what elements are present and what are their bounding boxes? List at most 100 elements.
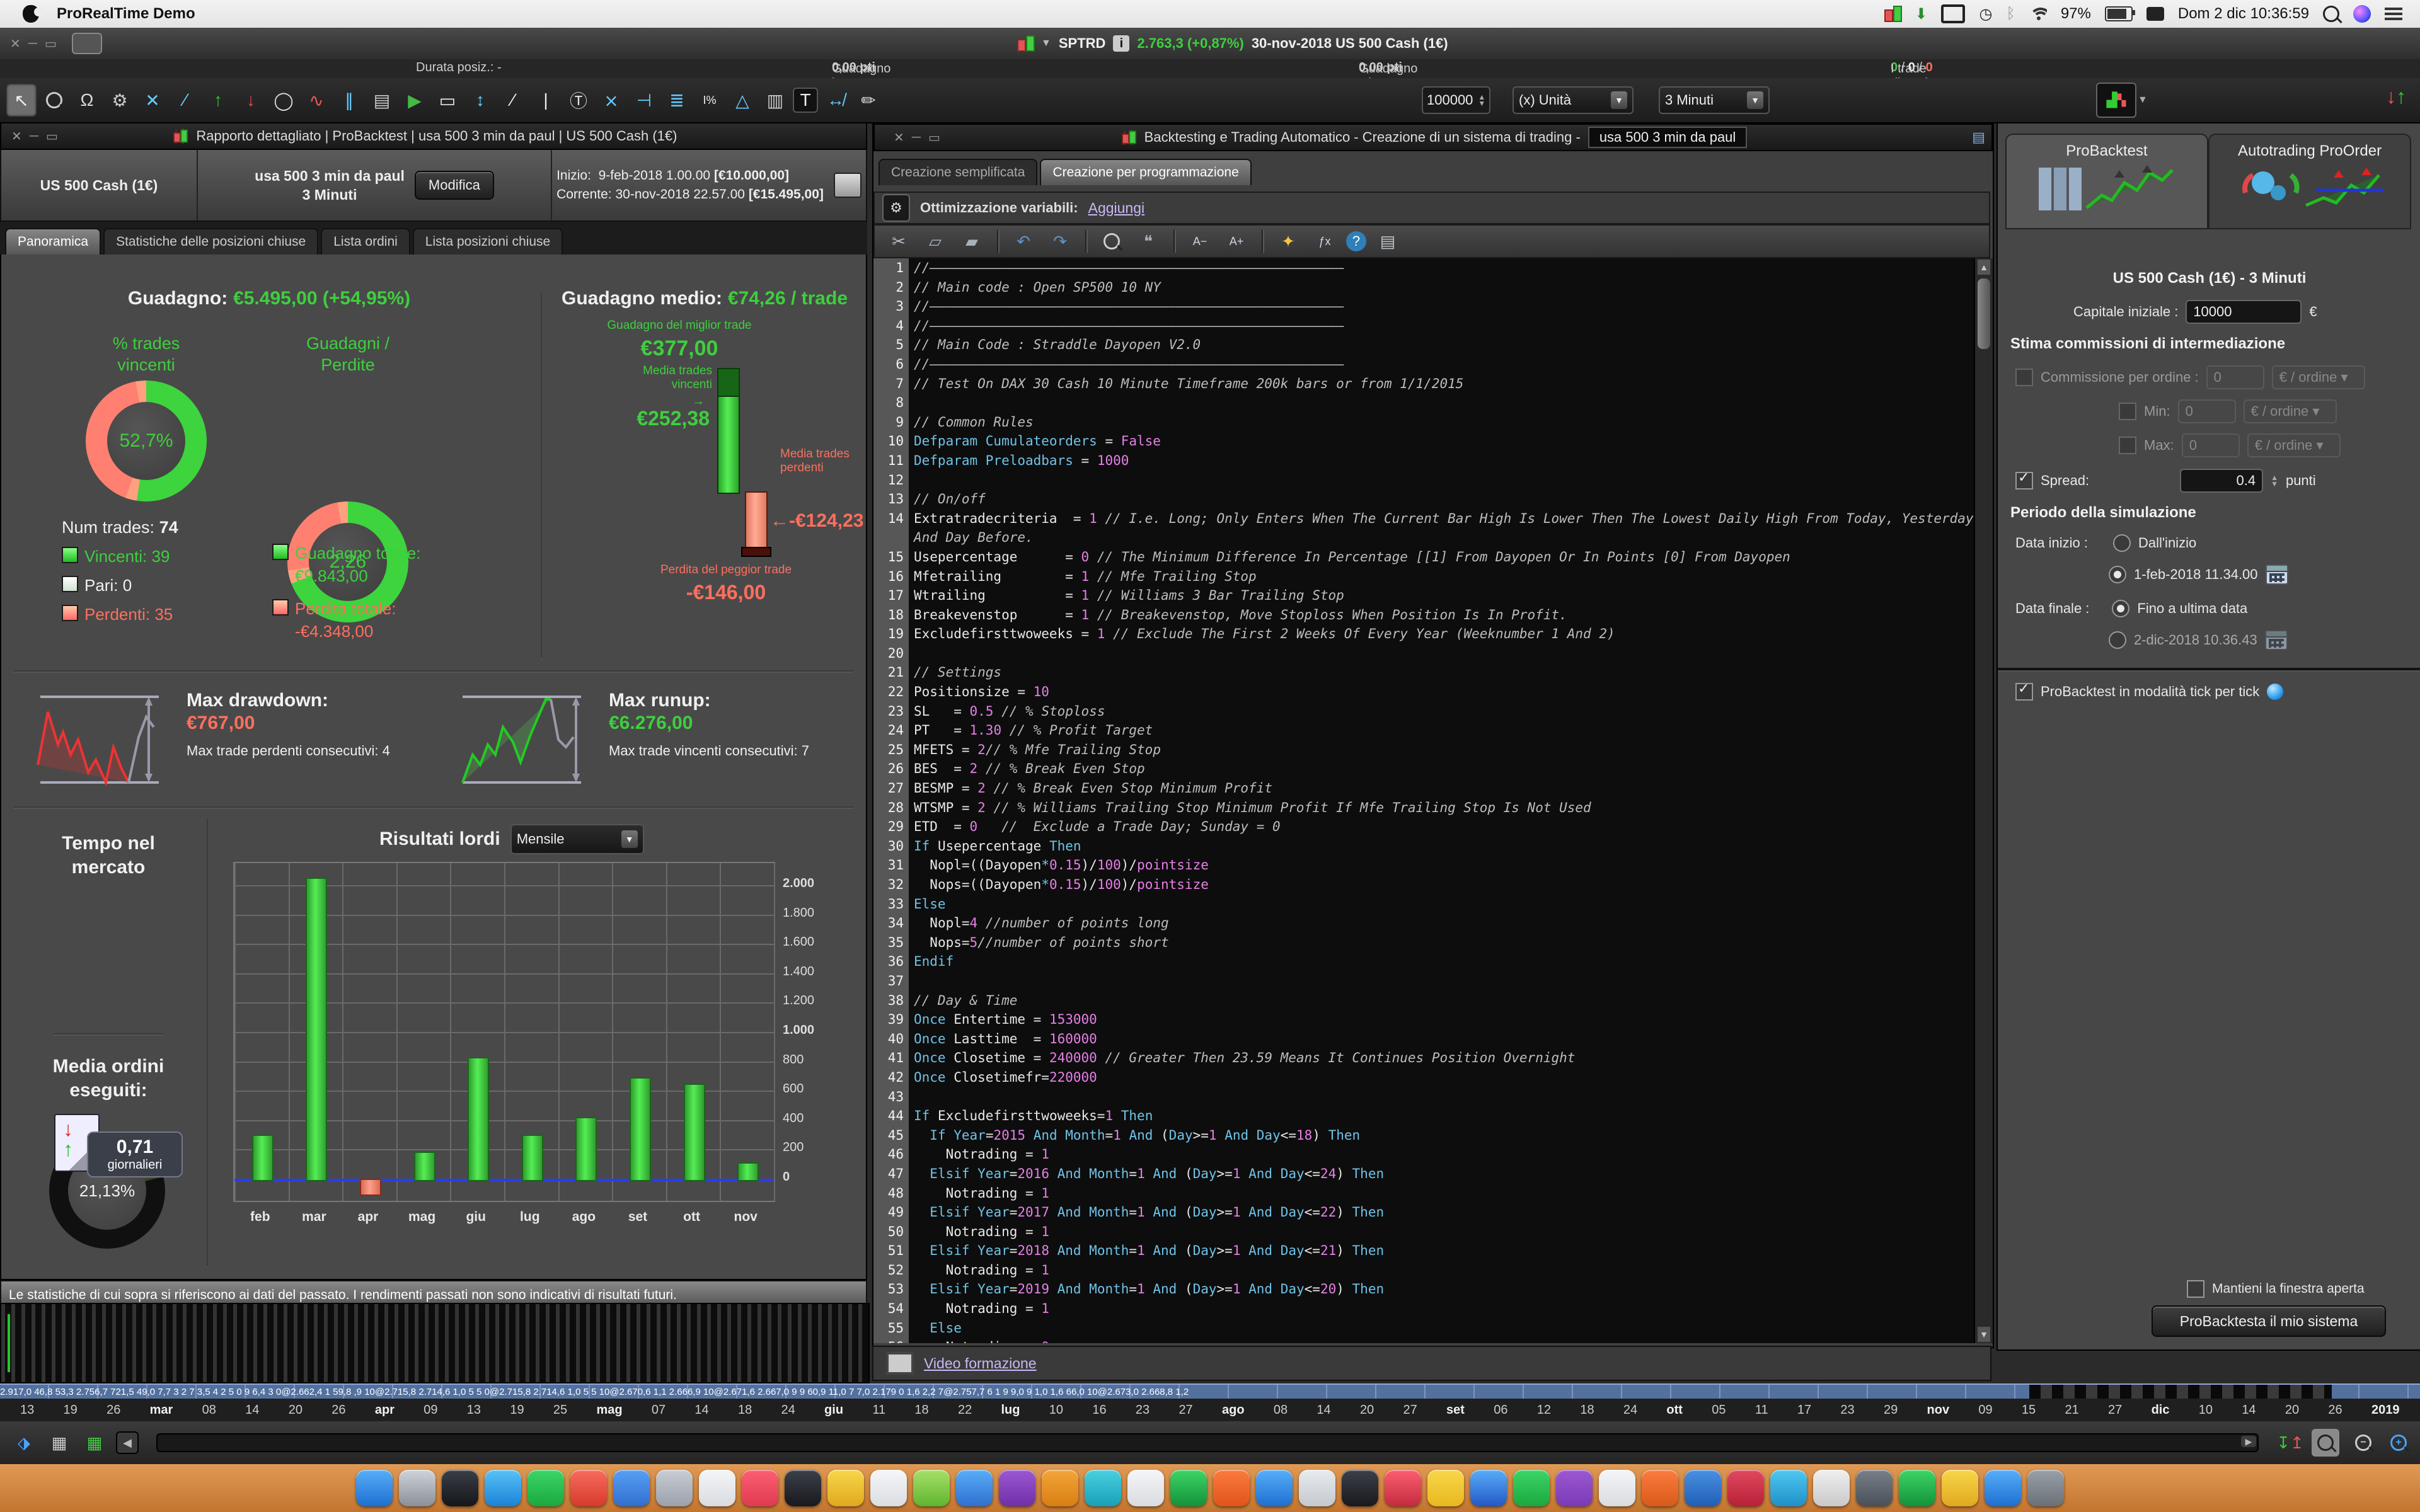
dock-icon-26[interactable]	[1427, 1470, 1464, 1506]
ellipse-tool[interactable]: ◯	[268, 84, 299, 117]
dock-icon-6[interactable]	[570, 1470, 607, 1506]
unit-select[interactable]: (x) Unità▼	[1512, 86, 1634, 114]
vline-tool[interactable]: |	[531, 84, 561, 117]
dock-icon-29[interactable]	[1556, 1470, 1593, 1506]
time-machine-icon[interactable]: ◷	[1979, 5, 1992, 23]
video-formazione-link[interactable]: Video formazione	[924, 1355, 1037, 1372]
search-icon[interactable]	[1097, 225, 1127, 258]
commission-unit-select[interactable]: € / ordine ▾	[2272, 365, 2365, 389]
spotlight-icon[interactable]	[2323, 6, 2339, 22]
wrench-icon[interactable]: ⚙	[882, 194, 910, 222]
dock-icon-33[interactable]	[1727, 1470, 1764, 1506]
end-date-radio[interactable]	[2109, 631, 2126, 649]
tab-lista-posizioni-chiuse[interactable]: Lista posizioni chiuse	[413, 228, 563, 255]
dock-icon-31[interactable]	[1642, 1470, 1678, 1506]
dock-icon-19[interactable]	[1127, 1470, 1164, 1506]
pencil-tool[interactable]: ✏	[853, 84, 884, 117]
dock-icon-34[interactable]	[1770, 1470, 1807, 1506]
cut-icon[interactable]: ✂	[884, 225, 914, 258]
start-from-beginning-radio[interactable]	[2113, 534, 2131, 552]
app-title[interactable]: ProRealTime Demo	[57, 5, 195, 23]
info-icon[interactable]: i	[1113, 35, 1129, 52]
detach-icon[interactable]: ▭	[45, 36, 57, 52]
dock-icon-7[interactable]	[613, 1470, 650, 1506]
zoom-fit-icon[interactable]	[2312, 1429, 2339, 1457]
minimize-icon[interactable]: ─	[912, 130, 921, 145]
max-checkbox[interactable]	[2119, 437, 2136, 454]
maximize-icon[interactable]: ▭	[46, 129, 58, 144]
editor-window-titlebar[interactable]: ✕─▭ Backtesting e Trading Automatico - C…	[873, 123, 1993, 151]
redo-icon[interactable]: ↷	[1045, 225, 1075, 258]
dock-icon-2[interactable]	[399, 1470, 435, 1506]
rectangle-tool[interactable]: ▭	[432, 84, 463, 117]
dock-icon-16[interactable]	[999, 1470, 1035, 1506]
line-tool[interactable]: ∕	[498, 84, 528, 117]
dock-icon-3[interactable]	[442, 1470, 478, 1506]
prt-status-icon[interactable]	[1883, 4, 1901, 23]
dock-icon-9[interactable]	[699, 1470, 735, 1506]
buy-arrow-tool[interactable]: ↑	[203, 84, 233, 117]
quantity-stepper[interactable]: 100000▲▼	[1422, 86, 1490, 114]
max-unit-select[interactable]: € / ordine ▾	[2247, 433, 2341, 457]
fibonacci-tool[interactable]: ≣	[662, 84, 692, 117]
chart-type-button[interactable]: ▟▚	[2096, 83, 2136, 118]
help-icon[interactable]: ?	[1346, 231, 1366, 251]
fx-icon[interactable]: ƒx	[1310, 225, 1340, 258]
menubar-clock[interactable]: Dom 2 dic 10:36:59	[2178, 5, 2309, 23]
dock-icon-24[interactable]	[1342, 1470, 1378, 1506]
capital-input[interactable]: 10000	[2186, 300, 2302, 324]
close-icon[interactable]: ✕	[11, 129, 22, 144]
aggiungi-link[interactable]: Aggiungi	[1088, 200, 1145, 217]
max-input[interactable]: 0	[2182, 433, 2240, 457]
run-backtest-button[interactable]: ProBacktesta il mio sistema	[2152, 1305, 2386, 1337]
modifica-button[interactable]: Modifica	[415, 171, 494, 200]
trash-tool[interactable]: ▥	[760, 84, 790, 117]
chevron-down-icon[interactable]: ▼	[1041, 38, 1051, 49]
dock-icon-5[interactable]	[527, 1470, 564, 1506]
min-checkbox[interactable]	[2119, 403, 2136, 420]
dock-icon-23[interactable]	[1299, 1470, 1335, 1506]
tab-statistiche-delle-posizioni-chiuse[interactable]: Statistiche delle posizioni chiuse	[103, 228, 318, 255]
cross-tool[interactable]: ✕	[137, 84, 168, 117]
commission-checkbox[interactable]	[2015, 369, 2033, 386]
percent-tool[interactable]: I%	[694, 84, 725, 117]
extend-tool[interactable]: ↮	[821, 84, 851, 117]
tab-creazione-programmazione[interactable]: Creazione per programmazione	[1040, 159, 1251, 185]
minimize-icon[interactable]: ─	[30, 129, 38, 144]
settings-tools[interactable]: ⚙	[105, 84, 135, 117]
trendline-tool[interactable]: ∕	[170, 84, 200, 117]
bluetooth-icon[interactable]: ᛒ	[2006, 5, 2015, 23]
zigzag-tool[interactable]: ∿	[301, 84, 331, 117]
dock-icon-35[interactable]	[1813, 1470, 1850, 1506]
dock-icon-27[interactable]	[1470, 1470, 1507, 1506]
comment-icon[interactable]: ❝	[1133, 225, 1163, 258]
grid-tool[interactable]: ▤	[367, 84, 397, 117]
dock-icon-39[interactable]	[1985, 1470, 2021, 1506]
textbox-tool[interactable]: T	[793, 88, 818, 113]
start-date-radio[interactable]	[2109, 566, 2126, 583]
list-icon[interactable]: ▤	[1972, 129, 1985, 146]
font-bigger-icon[interactable]: A+	[1221, 225, 1252, 258]
dock-icon-40[interactable]	[2027, 1470, 2064, 1506]
triangle-tool[interactable]: △	[727, 84, 758, 117]
zoom-tool[interactable]	[39, 84, 69, 117]
dock-icon-14[interactable]	[913, 1470, 950, 1506]
order-arrows-icon[interactable]: ↓↑	[2386, 85, 2409, 115]
copy-icon[interactable]: ▱	[920, 225, 950, 258]
range-tool[interactable]: ↕	[465, 84, 495, 117]
dock-icon-18[interactable]	[1085, 1470, 1121, 1506]
paste-icon[interactable]: ▰	[957, 225, 987, 258]
dock-icon-10[interactable]	[742, 1470, 778, 1506]
calendar-icon[interactable]	[2266, 564, 2288, 585]
sell-arrow-tool[interactable]: ↓	[236, 84, 266, 117]
dock-icon-30[interactable]	[1599, 1470, 1635, 1506]
tab-creazione-semplificata[interactable]: Creazione semplificata	[879, 159, 1037, 185]
dock-icon-4[interactable]	[485, 1470, 521, 1506]
dock-icon-1[interactable]	[356, 1470, 393, 1506]
keyboard-input-icon[interactable]	[2146, 7, 2164, 21]
spread-input[interactable]: 0.4	[2180, 469, 2263, 493]
keep-window-open-checkbox[interactable]	[2187, 1280, 2204, 1298]
bulb-icon[interactable]: ✦	[1273, 225, 1303, 258]
channel-tool[interactable]: ∥	[334, 84, 364, 117]
ticker-symbol[interactable]: SPTRD	[1059, 35, 1106, 52]
